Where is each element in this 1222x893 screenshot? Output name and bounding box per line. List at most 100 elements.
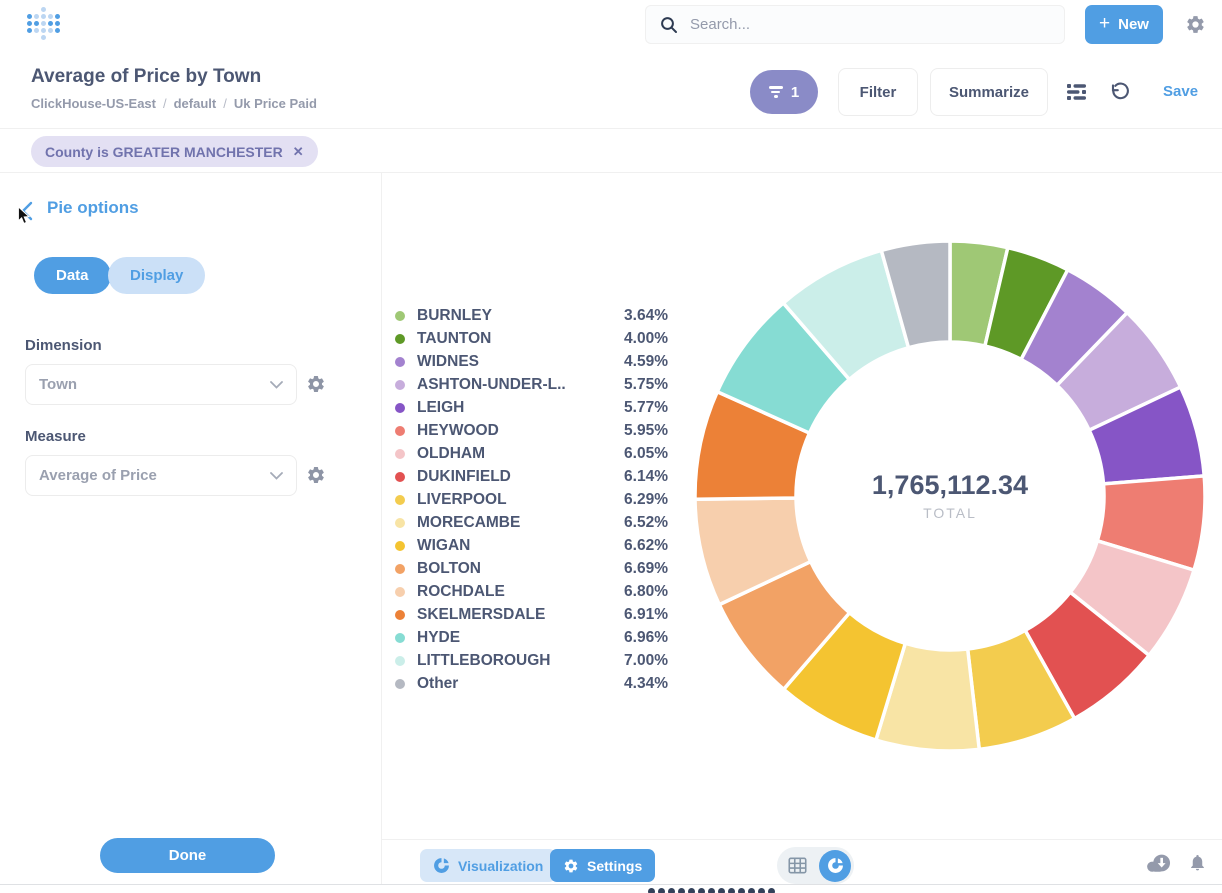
legend-item[interactable]: ASHTON-UNDER-L..5.75% [395,373,668,396]
active-filter-count-pill[interactable]: 1 [750,70,818,114]
legend-percent: 6.96% [624,629,668,647]
legend-item[interactable]: LEIGH5.77% [395,396,668,419]
measure-select[interactable]: Average of Price [25,455,297,496]
summarize-button[interactable]: Summarize [930,68,1048,116]
breadcrumb-part[interactable]: ClickHouse-US-East [31,96,156,111]
save-button[interactable]: Save [1163,83,1198,100]
viz-settings-sidebar: Pie options Data Display Dimension Town … [0,173,382,884]
legend-label: DUKINFIELD [417,468,624,486]
legend-color-dot [395,472,405,482]
tab-data[interactable]: Data [34,257,111,294]
legend-color-dot [395,311,405,321]
legend-item[interactable]: WIDNES4.59% [395,350,668,373]
tab-display[interactable]: Display [108,257,205,294]
legend-item[interactable]: WIGAN6.62% [395,534,668,557]
settings-label: Settings [587,858,642,874]
cloud-download-icon[interactable] [1146,853,1172,874]
legend-label: HYDE [417,629,624,647]
breadcrumb-part[interactable]: default [174,96,217,111]
legend-percent: 6.52% [624,514,668,532]
gear-icon[interactable] [1185,14,1206,35]
chart-legend: BURNLEY3.64%TAUNTON4.00%WIDNES4.59%ASHTO… [395,304,668,695]
legend-label: WIDNES [417,353,624,371]
pie-chart-icon [827,857,844,874]
legend-color-dot [395,610,405,620]
breadcrumb-part[interactable]: Uk Price Paid [234,96,317,111]
legend-item[interactable]: OLDHAM6.05% [395,442,668,465]
legend-color-dot [395,426,405,436]
legend-item[interactable]: MORECAMBE6.52% [395,511,668,534]
close-icon[interactable]: ✕ [293,144,304,160]
measure-value: Average of Price [39,467,157,484]
breadcrumb[interactable]: ClickHouse-US-East/default/Uk Price Paid [31,96,317,111]
legend-percent: 4.59% [624,353,668,371]
legend-item[interactable]: LIVERPOOL6.29% [395,488,668,511]
legend-label: LEIGH [417,399,624,417]
legend-color-dot [395,518,405,528]
legend-color-dot [395,679,405,689]
legend-label: OLDHAM [417,445,624,463]
search-bar[interactable] [645,5,1065,44]
legend-label: HEYWOOD [417,422,624,440]
legend-color-dot [395,334,405,344]
legend-label: TAUNTON [417,330,624,348]
bell-icon[interactable] [1188,852,1207,873]
legend-item[interactable]: HEYWOOD5.95% [395,419,668,442]
table-icon[interactable] [788,856,807,875]
legend-label: BURNLEY [417,307,624,325]
legend-item[interactable]: DUKINFIELD6.14% [395,465,668,488]
total-label: TOTAL [872,505,1028,521]
legend-color-dot [395,564,405,574]
visualization-label: Visualization [458,858,543,874]
legend-percent: 4.34% [624,675,668,693]
filter-button[interactable]: Filter [838,68,918,116]
legend-item[interactable]: BOLTON6.69% [395,557,668,580]
legend-item[interactable]: TAUNTON4.00% [395,327,668,350]
filter-chip[interactable]: County is GREATER MANCHESTER ✕ [31,136,318,167]
refresh-icon[interactable] [1108,81,1131,104]
legend-color-dot [395,495,405,505]
legend-label: ROCHDALE [417,583,624,601]
legend-item[interactable]: LITTLEBOROUGH7.00% [395,649,668,672]
settings-button[interactable]: Settings [550,849,655,882]
legend-label: MORECAMBE [417,514,624,532]
dimension-select[interactable]: Town [25,364,297,405]
legend-percent: 6.14% [624,468,668,486]
page-title[interactable]: Average of Price by Town [31,66,261,88]
legend-percent: 6.29% [624,491,668,509]
search-input[interactable] [688,15,1022,34]
funnel-icon [769,86,783,98]
legend-color-dot [395,380,405,390]
legend-label: BOLTON [417,560,624,578]
legend-percent: 5.77% [624,399,668,417]
visualization-button[interactable]: Visualization [420,849,556,882]
legend-item[interactable]: BURNLEY3.64% [395,304,668,327]
dimension-gear-icon[interactable] [306,374,326,394]
legend-label: SKELMERSDALE [417,606,624,624]
chart-center-total: 1,765,112.34 TOTAL [872,470,1028,521]
metabase-dots-logo[interactable] [26,6,66,48]
legend-item[interactable]: SKELMERSDALE6.91% [395,603,668,626]
measure-label: Measure [25,428,86,445]
bottom-cutoff-strip [0,884,1222,893]
done-button[interactable]: Done [100,838,275,873]
legend-label: ASHTON-UNDER-L.. [417,376,624,394]
pie-toggle-active[interactable] [819,850,851,882]
measure-gear-icon[interactable] [306,465,326,485]
sidebar-title: Pie options [47,198,139,218]
legend-item[interactable]: Other4.34% [395,672,668,695]
breadcrumb-separator: / [223,96,227,111]
legend-percent: 6.69% [624,560,668,578]
notebook-icon[interactable] [1066,82,1087,102]
cutoff-dots [648,888,775,893]
dimension-value: Town [39,376,77,393]
legend-item[interactable]: ROCHDALE6.80% [395,580,668,603]
new-button[interactable]: + New [1085,5,1163,44]
chevron-down-icon [270,381,283,389]
legend-color-dot [395,656,405,666]
dimension-label: Dimension [25,337,102,354]
viz-footer-bar: Visualization Settings [382,839,1222,884]
legend-percent: 6.62% [624,537,668,555]
chevron-left-icon[interactable] [18,201,36,221]
legend-item[interactable]: HYDE6.96% [395,626,668,649]
